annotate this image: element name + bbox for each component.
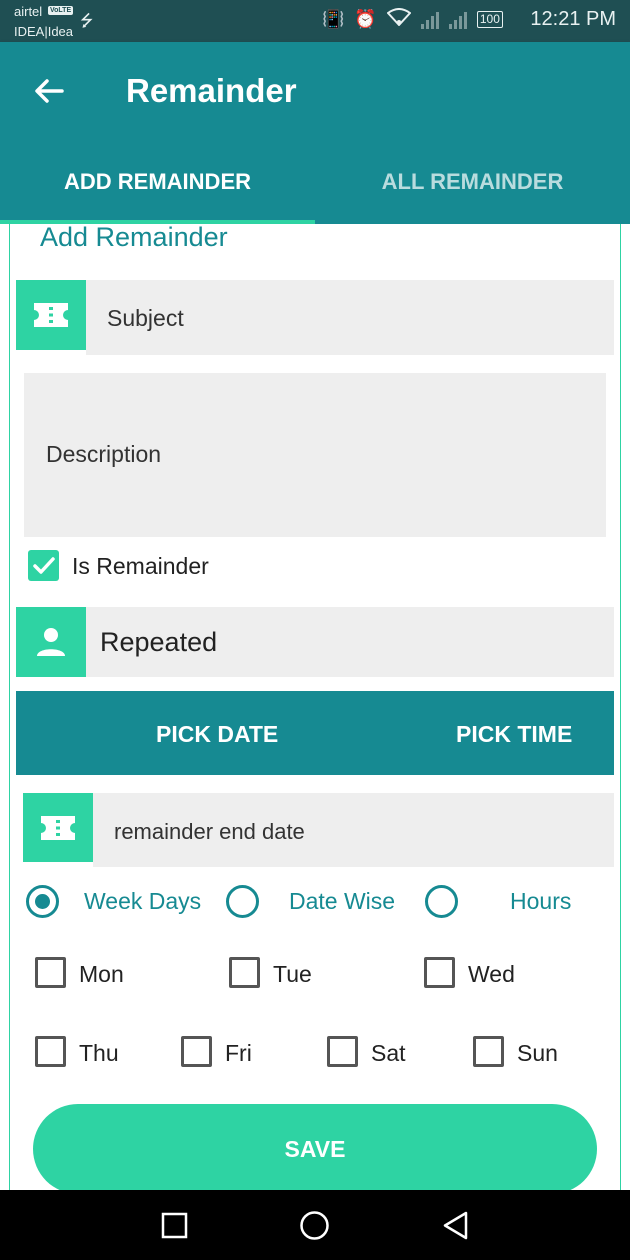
- radio-label-date-wise: Date Wise: [289, 888, 396, 914]
- day-label-sat: Sat: [371, 1040, 406, 1066]
- description-placeholder: Description: [46, 441, 162, 467]
- back-button[interactable]: [28, 70, 70, 112]
- end-date-placeholder: remainder end date: [114, 819, 305, 844]
- day-label-mon: Mon: [79, 961, 124, 987]
- home-icon[interactable]: [299, 1210, 330, 1241]
- checkbox-mon[interactable]: [35, 957, 66, 988]
- radio-week-days[interactable]: [26, 885, 59, 918]
- signal-icon-1: [420, 11, 439, 29]
- checkbox-thu[interactable]: [35, 1036, 66, 1067]
- checkbox-sun[interactable]: [473, 1036, 504, 1067]
- radio-date-wise[interactable]: [226, 885, 259, 918]
- checkbox-sat[interactable]: [327, 1036, 358, 1067]
- repeated-value: Repeated: [100, 627, 218, 657]
- tab-bar: ADD REMAINDER ALL REMAINDER: [0, 140, 630, 224]
- is-remainder-checkbox[interactable]: [28, 550, 59, 581]
- person-icon: [16, 607, 86, 677]
- status-time: 12:21 PM: [530, 8, 616, 30]
- subject-placeholder: Subject: [107, 305, 184, 331]
- subject-input[interactable]: Subject: [86, 280, 614, 355]
- day-label-tue: Tue: [273, 961, 312, 987]
- section-title: Add Remainder: [40, 222, 228, 252]
- end-date-input[interactable]: remainder end date: [93, 793, 614, 867]
- tab-all-remainder[interactable]: ALL REMAINDER: [315, 140, 630, 224]
- save-button[interactable]: SAVE: [33, 1104, 597, 1194]
- day-label-wed: Wed: [468, 961, 515, 987]
- day-label-fri: Fri: [225, 1040, 252, 1066]
- battery-icon: 100: [476, 11, 503, 28]
- screen: airtel VoLTE IDEA|Idea ⭍ 📳 ⏰ 100 12:21 P…: [0, 0, 630, 1260]
- volte-badge: VoLTE: [48, 6, 74, 15]
- wifi-icon: [386, 8, 412, 31]
- repeated-select[interactable]: Repeated: [86, 607, 614, 677]
- usb-icon: ⭍: [80, 13, 94, 30]
- pick-time-button[interactable]: PICK TIME: [456, 721, 572, 748]
- day-label-thu: Thu: [79, 1040, 119, 1066]
- check-icon: [32, 556, 55, 574]
- app-bar: Remainder: [0, 42, 630, 140]
- signal-icon-2: [448, 11, 467, 29]
- carrier-name-1: airtel: [14, 4, 43, 19]
- radio-label-hours: Hours: [510, 888, 572, 914]
- alarm-icon: ⏰: [354, 9, 377, 29]
- radio-label-week-days: Week Days: [84, 888, 202, 914]
- page-title: Remainder: [126, 72, 297, 109]
- day-label-sun: Sun: [517, 1040, 558, 1066]
- is-remainder-label: Is Remainder: [72, 553, 209, 579]
- save-label: SAVE: [284, 1136, 346, 1162]
- radio-hours[interactable]: [425, 885, 458, 918]
- vibrate-icon: 📳: [322, 9, 345, 29]
- checkbox-fri[interactable]: [181, 1036, 212, 1067]
- recent-apps-icon[interactable]: [161, 1212, 188, 1239]
- pick-date-button[interactable]: PICK DATE: [156, 721, 278, 748]
- checkbox-wed[interactable]: [424, 957, 455, 988]
- arrow-back-icon: [35, 79, 64, 103]
- status-bar: airtel VoLTE IDEA|Idea ⭍ 📳 ⏰ 100 12:21 P…: [0, 0, 630, 42]
- status-icons: 📳 ⏰ 100: [322, 8, 503, 31]
- back-nav-icon[interactable]: [441, 1210, 469, 1241]
- ticket-icon: [23, 793, 93, 862]
- system-nav-bar: [0, 1190, 630, 1260]
- carrier-name-2: IDEA|Idea: [14, 24, 74, 39]
- checkbox-tue[interactable]: [229, 957, 260, 988]
- tab-add-remainder[interactable]: ADD REMAINDER: [0, 140, 315, 224]
- ticket-icon: [16, 280, 86, 350]
